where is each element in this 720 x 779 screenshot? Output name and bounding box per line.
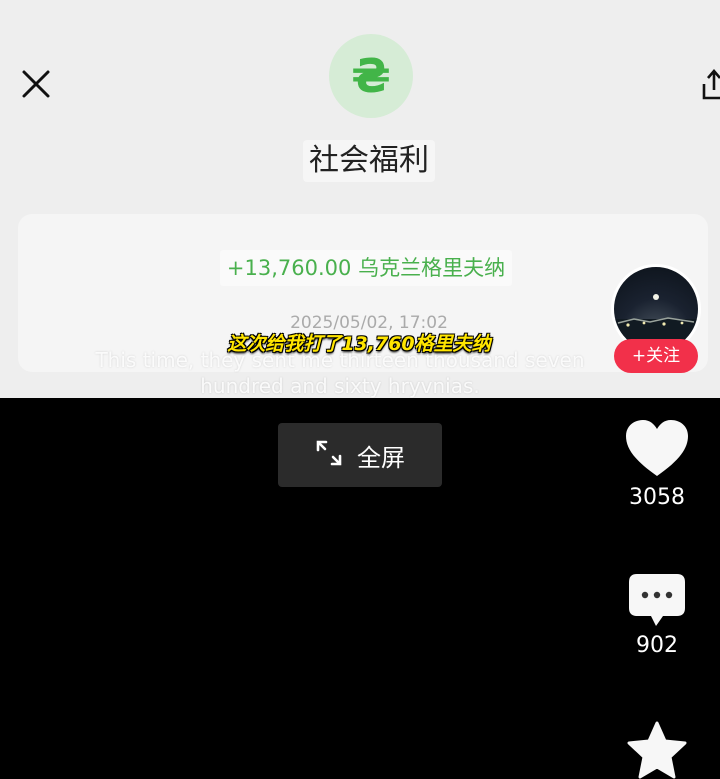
like-count: 3058 (629, 485, 685, 510)
subtitle-chinese: 这次给我打了13,760格里夫纳 (227, 333, 491, 355)
fullscreen-label: 全屏 (357, 443, 405, 472)
video-frame[interactable]: ₴ 社会福利 +13,760.00 乌克兰格里夫纳 2025/05/02, 17… (0, 0, 720, 398)
fullscreen-button[interactable]: 全屏 (278, 423, 442, 487)
comment-icon (627, 574, 687, 632)
comment-count: 902 (636, 633, 678, 658)
expand-icon (315, 439, 343, 471)
page-title: 社会福利 (303, 140, 435, 182)
heart-icon (624, 420, 690, 484)
share-icon[interactable] (698, 64, 720, 104)
currency-symbol: ₴ (351, 49, 391, 103)
comment-button[interactable]: 902 (618, 572, 696, 660)
close-icon[interactable] (14, 64, 58, 104)
currency-icon: ₴ (329, 34, 413, 118)
star-icon (625, 721, 689, 779)
favorite-button[interactable] (618, 720, 696, 779)
follow-button[interactable]: +关注 (614, 339, 698, 373)
transaction-amount: +13,760.00 乌克兰格里夫纳 (220, 250, 512, 286)
like-button[interactable]: 3058 (618, 418, 696, 512)
